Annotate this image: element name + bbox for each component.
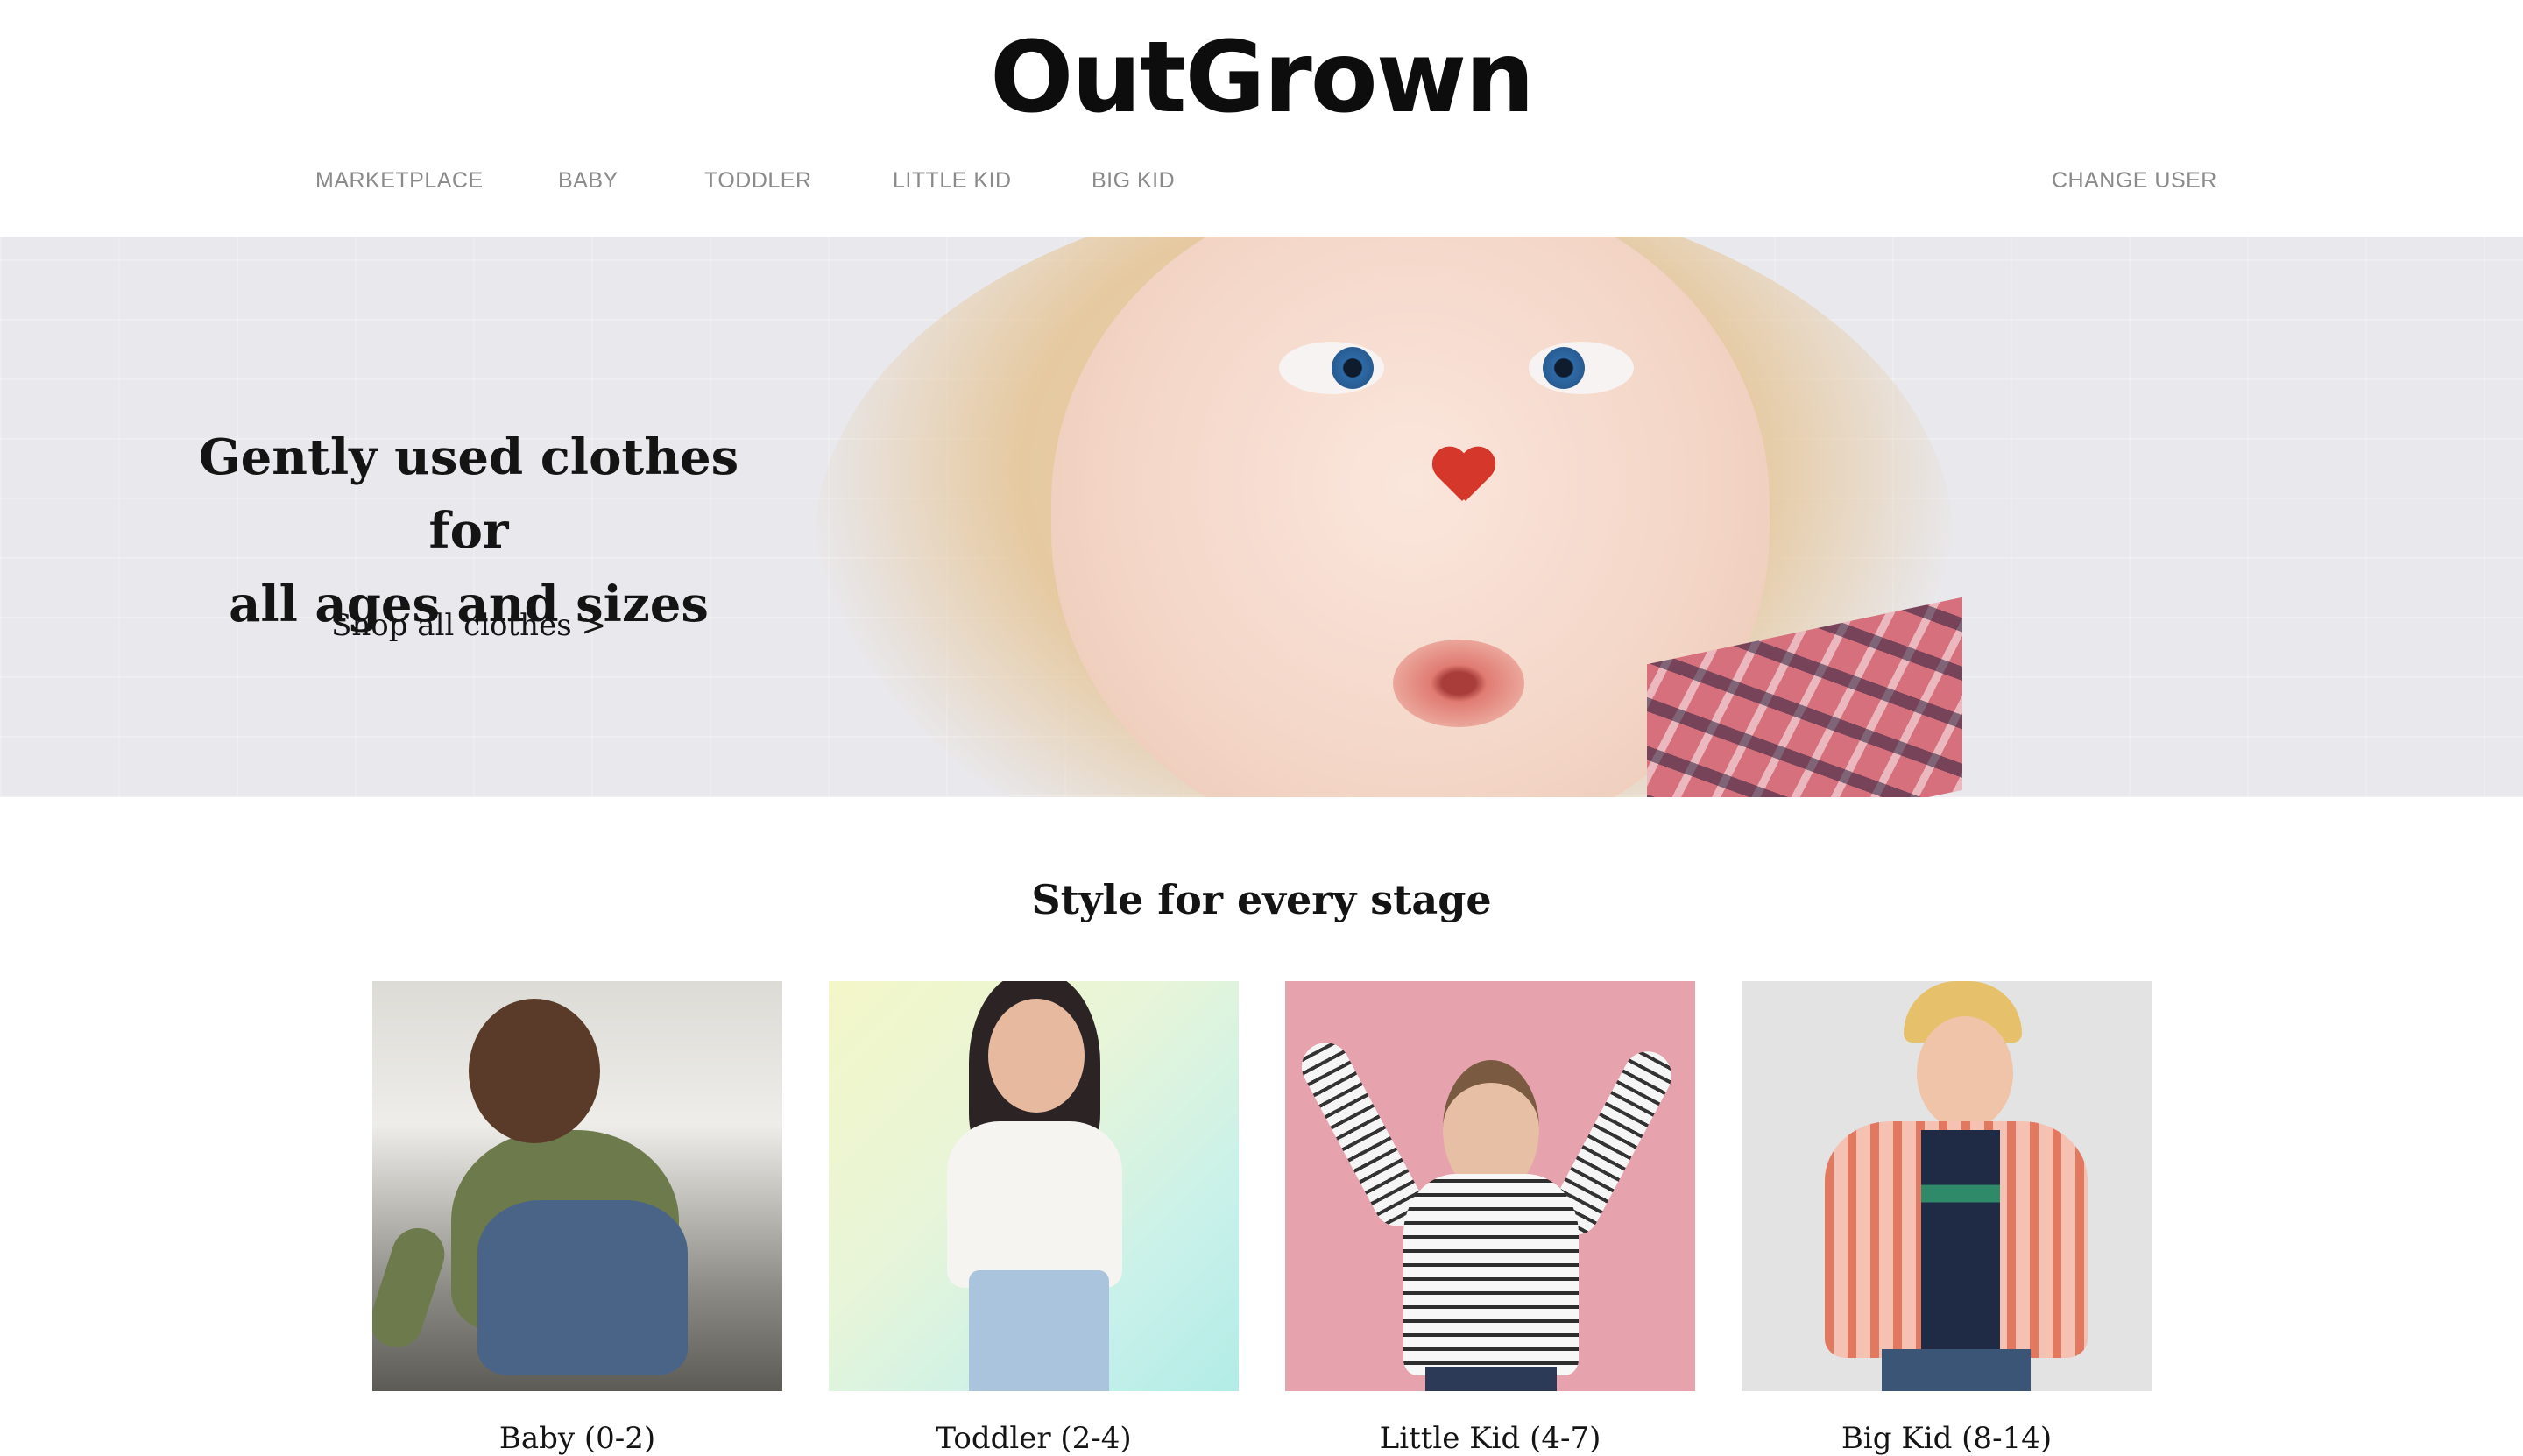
category-card-baby[interactable] xyxy=(372,981,782,1391)
baby-head xyxy=(469,999,600,1143)
nav-item-baby[interactable]: BABY xyxy=(558,168,618,194)
big-kid-jeans xyxy=(1882,1349,2031,1391)
toddler-tshirt xyxy=(947,1121,1122,1288)
shop-all-link[interactable]: Shop all clothes > xyxy=(162,608,775,643)
section-title: Style for every stage xyxy=(1031,876,1492,923)
nav-item-little-kid[interactable]: LITTLE KID xyxy=(893,168,1012,194)
little-kid-jeans xyxy=(1425,1367,1557,1391)
big-kid-head xyxy=(1917,1016,2013,1130)
category-card-toddler[interactable] xyxy=(829,981,1239,1391)
big-kid-tshirt xyxy=(1921,1130,2000,1349)
baby-arm xyxy=(372,1221,452,1354)
category-card-big-kid[interactable] xyxy=(1742,981,2152,1391)
hero-banner: Gently used clothes for all ages and siz… xyxy=(0,237,2523,797)
hero-title-line1: Gently used clothes for xyxy=(198,428,739,560)
category-label-toddler[interactable]: Toddler (2-4) xyxy=(829,1421,1239,1456)
category-label-big-kid[interactable]: Big Kid (8-14) xyxy=(1742,1421,2152,1456)
category-card-little-kid[interactable] xyxy=(1285,981,1695,1391)
nav-item-marketplace[interactable]: MARKETPLACE xyxy=(315,168,484,194)
hero-child-right-eye xyxy=(1529,342,1634,394)
baby-overalls xyxy=(477,1200,688,1375)
heart-sticker xyxy=(1431,449,1494,498)
hero-child-lips xyxy=(1393,640,1524,727)
toddler-head xyxy=(988,999,1085,1113)
little-kid-shirt xyxy=(1403,1174,1579,1375)
nav-item-big-kid[interactable]: BIG KID xyxy=(1092,168,1175,194)
toddler-jeans xyxy=(969,1270,1109,1391)
site-logo[interactable]: OutGrown xyxy=(0,19,2523,137)
category-label-little-kid[interactable]: Little Kid (4-7) xyxy=(1285,1421,1695,1456)
hero-child-left-eye xyxy=(1279,342,1384,394)
site-header: OutGrown MARKETPLACE BABY TODDLER LITTLE… xyxy=(0,0,2523,237)
nav-item-toddler[interactable]: TODDLER xyxy=(704,168,812,194)
change-user-link[interactable]: CHANGE USER xyxy=(2052,168,2217,194)
category-label-baby[interactable]: Baby (0-2) xyxy=(372,1421,782,1456)
